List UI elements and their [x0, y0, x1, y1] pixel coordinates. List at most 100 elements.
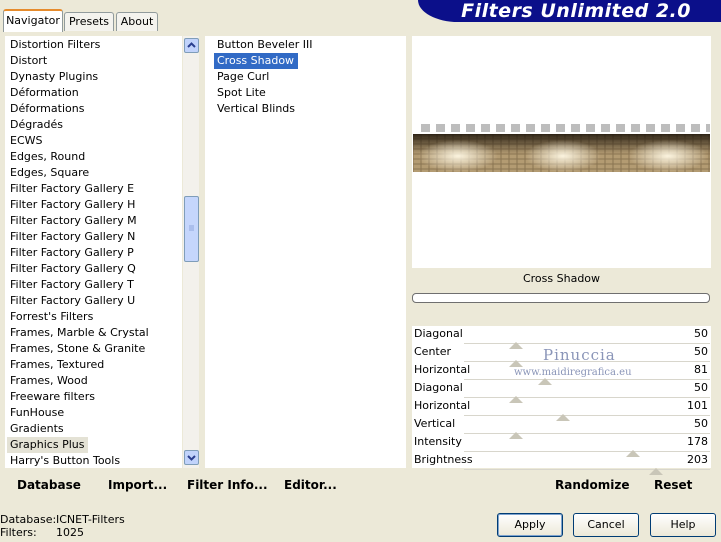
category-item[interactable]: Frames, Textured: [7, 357, 182, 373]
checker-square: [691, 124, 700, 132]
slider-row[interactable]: Diagonal 50: [412, 326, 711, 349]
checker-square: [511, 124, 520, 132]
category-item[interactable]: Frames, Marble & Crystal: [7, 325, 182, 341]
chevron-down-icon: [187, 455, 196, 461]
scroll-thumb[interactable]: [184, 196, 199, 262]
app-title: Filters Unlimited 2.0: [461, 0, 691, 22]
slider-row[interactable]: Vertical 50: [412, 416, 711, 439]
category-item[interactable]: Gradients: [7, 421, 182, 437]
category-item[interactable]: ECWS: [7, 133, 182, 149]
slider-track[interactable]: [464, 390, 710, 403]
checker-square: [646, 124, 655, 132]
category-items: Distortion Filters Distort Dynasty Plugins…: [5, 36, 182, 468]
category-item[interactable]: Harry's Button Tools: [7, 453, 182, 468]
slider-track[interactable]: [464, 336, 710, 349]
slider-label: Diagonal: [414, 381, 463, 394]
checker-square: [601, 124, 610, 132]
editor-button[interactable]: Editor...: [284, 478, 337, 492]
slider-row[interactable]: Horizontal 101: [412, 398, 711, 421]
category-item[interactable]: Filter Factory Gallery T: [7, 277, 182, 293]
category-list[interactable]: Distortion Filters Distort Dynasty Plugins…: [5, 36, 182, 468]
filter-list[interactable]: Button Beveler III Cross Shadow Page Curl S…: [205, 36, 406, 468]
tab-label: Presets: [68, 15, 110, 28]
slider-value: 203: [687, 453, 708, 466]
category-item[interactable]: Déformation: [7, 85, 182, 101]
checker-square: [436, 124, 445, 132]
title-banner: Filters Unlimited 2.0: [418, 0, 721, 22]
status-database: Database: ICNET-Filters: [0, 513, 125, 526]
category-item[interactable]: Freeware filters: [7, 389, 182, 405]
filter-item[interactable]: Cross Shadow: [214, 53, 299, 69]
tab-label: Navigator: [6, 14, 60, 27]
checker-square: [421, 124, 430, 132]
filter-item[interactable]: Page Curl: [214, 69, 406, 85]
category-item[interactable]: Déformations: [7, 101, 182, 117]
category-item[interactable]: Filter Factory Gallery N: [7, 229, 182, 245]
slider-track[interactable]: [464, 408, 710, 421]
checker-square: [556, 124, 565, 132]
checker-square: [706, 124, 710, 132]
slider-track[interactable]: [464, 426, 710, 439]
category-item[interactable]: Filter Factory Gallery U: [7, 293, 182, 309]
filter-item[interactable]: Button Beveler III: [214, 37, 406, 53]
category-item[interactable]: Filter Factory Gallery E: [7, 181, 182, 197]
category-item[interactable]: Frames, Stone & Granite: [7, 341, 182, 357]
reset-button[interactable]: Reset: [654, 478, 692, 492]
preview-image: [413, 124, 710, 182]
filter-item[interactable]: Spot Lite: [214, 85, 406, 101]
database-button[interactable]: Database: [17, 478, 81, 492]
checker-square: [661, 124, 670, 132]
slider-track[interactable]: [464, 462, 710, 475]
apply-label: Apply: [514, 518, 546, 531]
category-item[interactable]: Graphics Plus: [7, 437, 89, 453]
cancel-label: Cancel: [587, 518, 625, 531]
randomize-label: Randomize: [555, 478, 630, 492]
status-database-value: ICNET-Filters: [56, 513, 125, 526]
category-item[interactable]: Filter Factory Gallery P: [7, 245, 182, 261]
scroll-up-button[interactable]: [184, 38, 199, 53]
tab-about[interactable]: About: [116, 12, 158, 31]
checker-square: [586, 124, 595, 132]
chevron-up-icon: [187, 42, 196, 48]
scroll-down-button[interactable]: [184, 450, 199, 465]
tab-label: About: [120, 15, 154, 28]
category-item[interactable]: Forrest's Filters: [7, 309, 182, 325]
slider-label: Center: [414, 345, 452, 358]
checker-square: [481, 124, 490, 132]
filter-item[interactable]: Vertical Blinds: [214, 101, 406, 117]
cancel-button[interactable]: Cancel: [573, 513, 639, 537]
category-item[interactable]: Filter Factory Gallery M: [7, 213, 182, 229]
slider-row[interactable]: Diagonal 50: [412, 380, 711, 403]
slider-value: 50: [694, 345, 708, 358]
apply-button[interactable]: Apply: [497, 513, 563, 537]
slider-row[interactable]: Brightness 203: [412, 452, 711, 475]
tab-presets[interactable]: Presets: [64, 12, 114, 31]
status-filters-value: 1025: [56, 526, 84, 539]
slider-label: Horizontal: [414, 399, 471, 412]
category-item[interactable]: Filter Factory Gallery H: [7, 197, 182, 213]
category-item[interactable]: Edges, Square: [7, 165, 182, 181]
category-item[interactable]: Dégradés: [7, 117, 182, 133]
slider-track[interactable]: [464, 444, 710, 457]
reset-label: Reset: [654, 478, 693, 492]
filter-info-button[interactable]: Filter Info...: [187, 478, 268, 492]
slider-value: 101: [687, 399, 708, 412]
randomize-button[interactable]: Randomize: [555, 478, 629, 492]
slider-label: Horizontal: [414, 363, 471, 376]
slider-label: Brightness: [414, 453, 473, 466]
import-button[interactable]: Import...: [108, 478, 167, 492]
slider-thumb[interactable]: [648, 468, 663, 475]
category-item[interactable]: Dynasty Plugins: [7, 69, 182, 85]
watermark-url: www.maidiregrafica.eu: [514, 367, 632, 378]
slider-row[interactable]: Intensity 178: [412, 434, 711, 457]
category-item[interactable]: Distortion Filters: [7, 37, 182, 53]
checker-square: [571, 124, 580, 132]
category-item[interactable]: Distort: [7, 53, 182, 69]
category-item[interactable]: Edges, Round: [7, 149, 182, 165]
category-item[interactable]: Filter Factory Gallery Q: [7, 261, 182, 277]
category-item[interactable]: Frames, Wood: [7, 373, 182, 389]
category-scrollbar[interactable]: [182, 36, 199, 468]
help-button[interactable]: Help: [650, 513, 716, 537]
category-item[interactable]: FunHouse: [7, 405, 182, 421]
tab-navigator[interactable]: Navigator: [3, 9, 63, 32]
